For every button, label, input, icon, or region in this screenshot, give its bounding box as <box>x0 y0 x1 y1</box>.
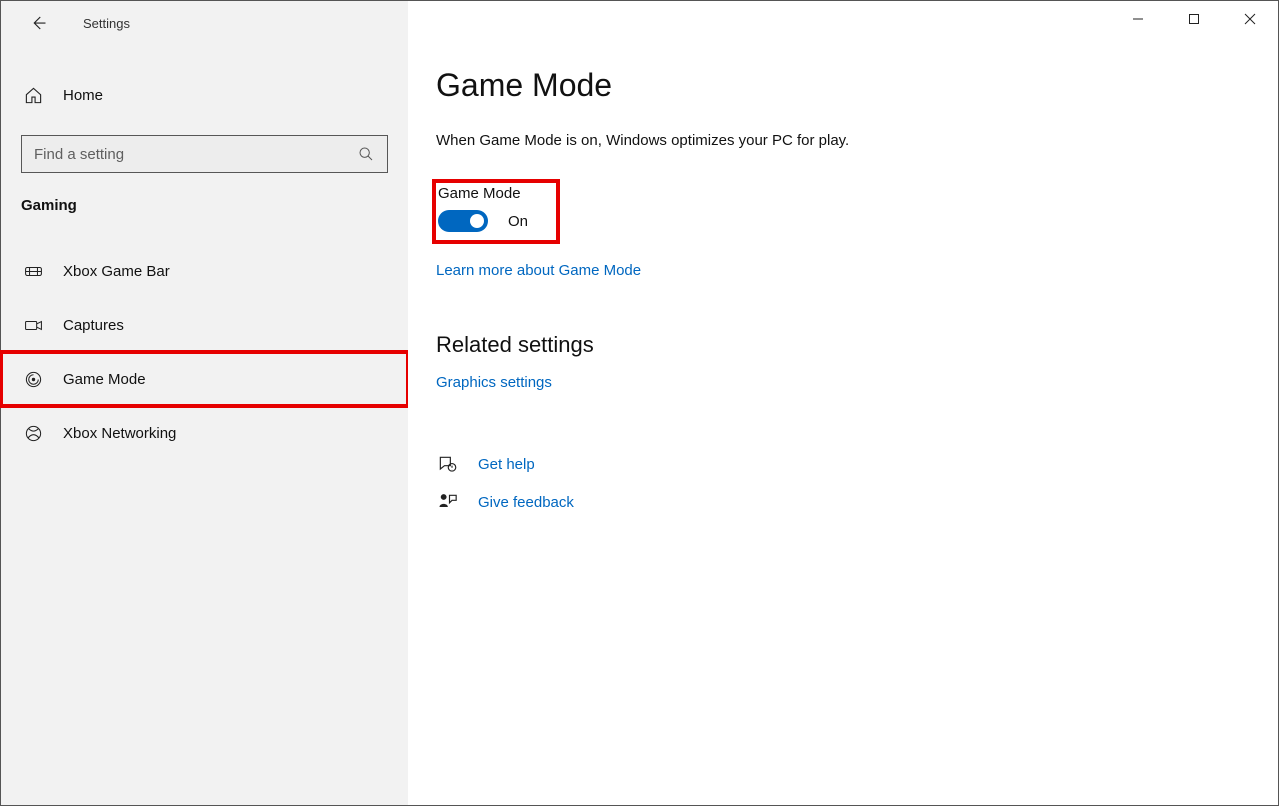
settings-window: Settings Home Gaming Xbox Game Bar <box>0 0 1279 806</box>
feedback-icon <box>436 492 458 512</box>
home-icon <box>21 86 45 105</box>
game-bar-icon <box>21 262 45 281</box>
search-input[interactable] <box>34 146 357 163</box>
toggle-row: On <box>438 210 528 232</box>
minimize-icon <box>1132 13 1144 25</box>
sidebar-item-game-mode[interactable]: Game Mode <box>1 352 408 406</box>
sidebar-item-label: Game Mode <box>63 371 146 388</box>
search-wrap <box>21 135 388 173</box>
page-title: Game Mode <box>436 67 1278 104</box>
content: Game Mode When Game Mode is on, Windows … <box>408 1 1278 512</box>
titlebar-left: Settings <box>1 1 408 45</box>
maximize-icon <box>1188 13 1200 25</box>
xbox-icon <box>21 424 45 443</box>
sidebar-item-captures[interactable]: Captures <box>1 298 408 352</box>
toggle-knob <box>470 214 484 228</box>
page-description: When Game Mode is on, Windows optimizes … <box>436 132 1278 149</box>
related-settings-heading: Related settings <box>436 332 1278 358</box>
sidebar-item-label: Xbox Game Bar <box>63 263 170 280</box>
search-icon <box>357 145 375 163</box>
back-arrow-icon <box>29 14 47 32</box>
sidebar-home-label: Home <box>63 87 103 104</box>
game-mode-toggle-section: Game Mode On <box>436 183 556 240</box>
toggle-state: On <box>508 213 528 230</box>
app-title: Settings <box>83 16 130 31</box>
window-controls <box>1110 1 1278 37</box>
get-help-row[interactable]: Get help <box>436 454 1278 474</box>
help-icon <box>436 454 458 474</box>
game-mode-toggle[interactable] <box>438 210 488 232</box>
sidebar-item-label: Captures <box>63 317 124 334</box>
sidebar: Settings Home Gaming Xbox Game Bar <box>1 1 408 805</box>
sidebar-nav: Xbox Game Bar Captures Game Mode Xbox Ne… <box>1 244 408 460</box>
learn-more-link[interactable]: Learn more about Game Mode <box>436 262 641 279</box>
captures-icon <box>21 316 45 335</box>
close-button[interactable] <box>1222 1 1278 37</box>
give-feedback-row[interactable]: Give feedback <box>436 492 1278 512</box>
toggle-label: Game Mode <box>438 185 528 202</box>
minimize-button[interactable] <box>1110 1 1166 37</box>
back-button[interactable] <box>23 8 53 38</box>
sidebar-item-xbox-networking[interactable]: Xbox Networking <box>1 406 408 460</box>
sidebar-item-label: Xbox Networking <box>63 425 176 442</box>
close-icon <box>1244 13 1256 25</box>
sidebar-item-xbox-game-bar[interactable]: Xbox Game Bar <box>1 244 408 298</box>
graphics-settings-link[interactable]: Graphics settings <box>436 374 552 391</box>
sidebar-home[interactable]: Home <box>1 67 408 123</box>
give-feedback-link[interactable]: Give feedback <box>478 494 574 511</box>
get-help-link[interactable]: Get help <box>478 456 535 473</box>
game-mode-icon <box>21 370 45 389</box>
sidebar-category: Gaming <box>1 173 408 224</box>
search-box[interactable] <box>21 135 388 173</box>
maximize-button[interactable] <box>1166 1 1222 37</box>
main-pane: Game Mode When Game Mode is on, Windows … <box>408 1 1278 805</box>
